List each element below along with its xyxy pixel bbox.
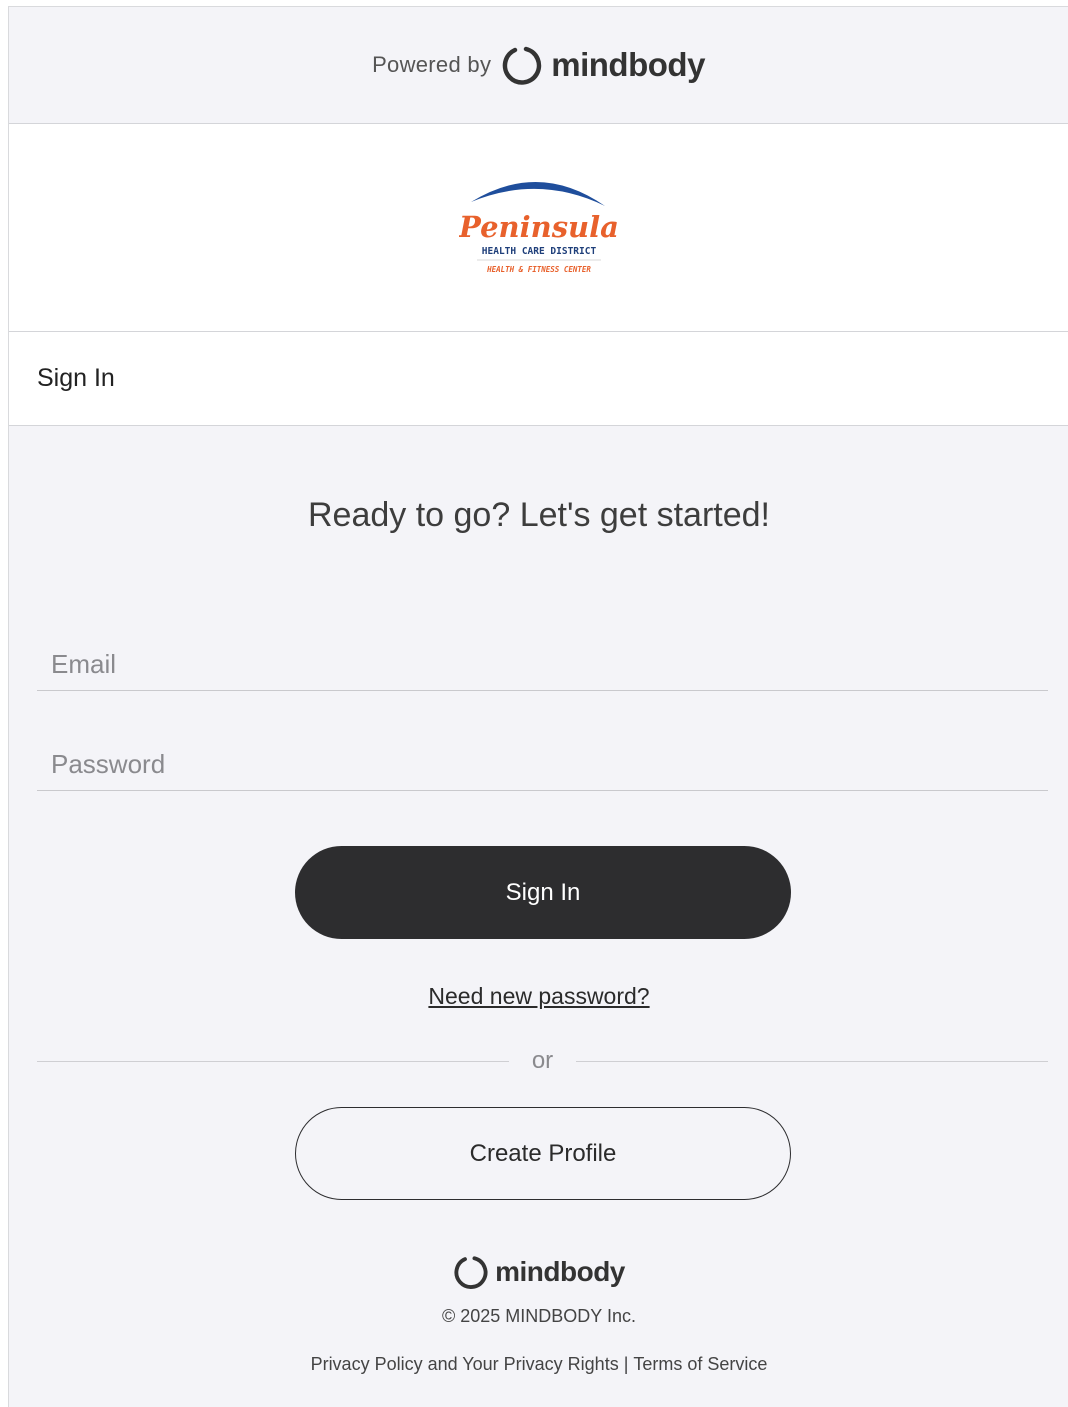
logo-line-1: HEALTH CARE DISTRICT [481,246,596,257]
mindbody-wordmark: mindbody [551,46,705,83]
mindbody-ring-icon [502,46,542,85]
page-frame: Powered by mindbody Peninsula HEALTH CAR… [8,6,1068,1407]
terms-of-service-link[interactable]: Terms of Service [633,1354,767,1374]
page-title: Sign In [37,364,115,392]
copyright-text: © 2025 MINDBODY Inc. [441,1306,636,1326]
footer-mindbody-logo[interactable]: mindbody [9,1254,1068,1290]
forgot-password-row: Need new password? [9,983,1068,1010]
sign-in-form: Ready to go? Let's get started! Sign In … [9,426,1068,1406]
legal-links: Privacy Policy and Your Privacy Rights | T… [9,1354,1068,1375]
footer-mindbody-wordmark: mindbody [495,1256,625,1287]
peninsula-logo: Peninsula HEALTH CARE DISTRICT HEALTH & … [458,165,619,290]
page-header: Sign In [9,332,1068,426]
powered-by-bar: Powered by mindbody [9,7,1068,124]
divider-line-right [576,1061,1048,1062]
need-new-password-link[interactable]: Need new password? [428,983,649,1009]
privacy-policy-link[interactable]: Privacy Policy and Your Privacy Rights [311,1354,619,1374]
business-logo-section: Peninsula HEALTH CARE DISTRICT HEALTH & … [9,124,1068,332]
password-input[interactable] [37,733,1048,790]
logo-script-word: Peninsula [459,210,619,244]
email-input[interactable] [37,633,1048,690]
business-logo: Peninsula HEALTH CARE DISTRICT HEALTH & … [458,165,619,290]
password-field-wrapper [37,733,1048,791]
mindbody-ring-icon [454,1256,488,1289]
create-profile-button[interactable]: Create Profile [295,1107,791,1200]
powered-by-label: Powered by [372,52,492,77]
legal-separator: | [623,1354,629,1374]
sign-in-button[interactable]: Sign In [295,846,791,939]
email-field-wrapper [37,633,1048,691]
mindbody-logo[interactable]: mindbody [501,44,705,86]
logo-line-2: HEALTH & FITNESS CENTER [486,265,591,274]
form-headline: Ready to go? Let's get started! [307,496,770,534]
or-divider: or [37,1047,1048,1077]
